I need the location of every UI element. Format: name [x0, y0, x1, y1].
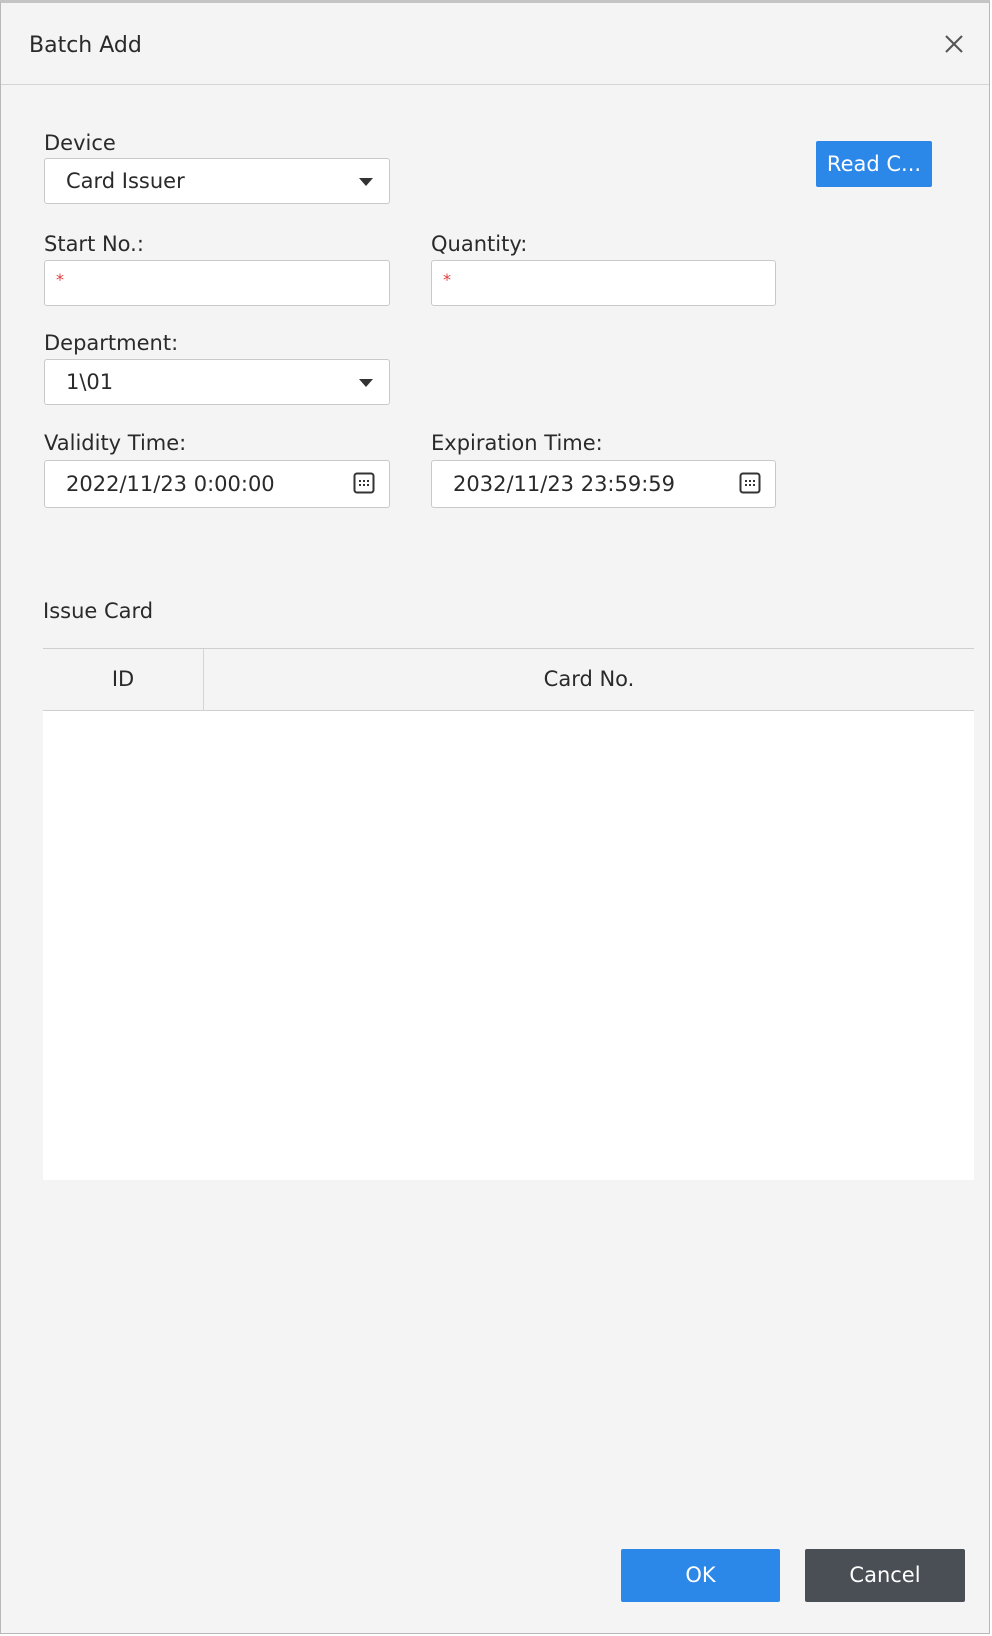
cancel-button[interactable]: Cancel [805, 1549, 965, 1602]
department-select-value: 1\01 [66, 370, 114, 394]
ok-button[interactable]: OK [621, 1549, 780, 1602]
dialog-titlebar: Batch Add [1, 3, 989, 85]
department-label: Department: [44, 331, 179, 355]
chevron-down-icon [359, 178, 373, 186]
column-header-card-no: Card No. [543, 667, 635, 691]
department-select[interactable]: 1\01 [44, 359, 390, 405]
issue-card-table: ID Card No. [43, 648, 974, 1180]
batch-add-dialog: Batch Add Device Card Issuer Read C... S… [0, 0, 990, 1634]
quantity-label: Quantity: [431, 232, 528, 256]
quantity-input[interactable]: * [431, 260, 776, 306]
validity-time-picker[interactable]: 2022/11/23 0:00:00 [44, 460, 390, 508]
calendar-icon[interactable] [353, 472, 375, 494]
start-no-label: Start No.: [44, 232, 144, 256]
expiration-time-value: 2032/11/23 23:59:59 [453, 472, 676, 496]
calendar-icon[interactable] [739, 472, 761, 494]
start-no-input[interactable]: * [44, 260, 390, 306]
close-icon[interactable] [941, 31, 967, 57]
validity-time-label: Validity Time: [44, 431, 187, 455]
dialog-title: Batch Add [29, 33, 142, 58]
issue-card-title: Issue Card [43, 599, 154, 623]
device-select-value: Card Issuer [66, 169, 185, 193]
expiration-time-label: Expiration Time: [431, 431, 603, 455]
validity-time-value: 2022/11/23 0:00:00 [66, 472, 275, 496]
table-body [43, 711, 974, 1180]
column-header-id: ID [111, 667, 135, 691]
device-select[interactable]: Card Issuer [44, 158, 390, 204]
read-card-button[interactable]: Read C... [816, 141, 932, 187]
device-label: Device [44, 131, 116, 155]
expiration-time-picker[interactable]: 2032/11/23 23:59:59 [431, 460, 776, 508]
required-marker: * [443, 270, 451, 289]
table-header: ID Card No. [43, 648, 974, 711]
required-marker: * [56, 270, 64, 289]
chevron-down-icon [359, 379, 373, 387]
